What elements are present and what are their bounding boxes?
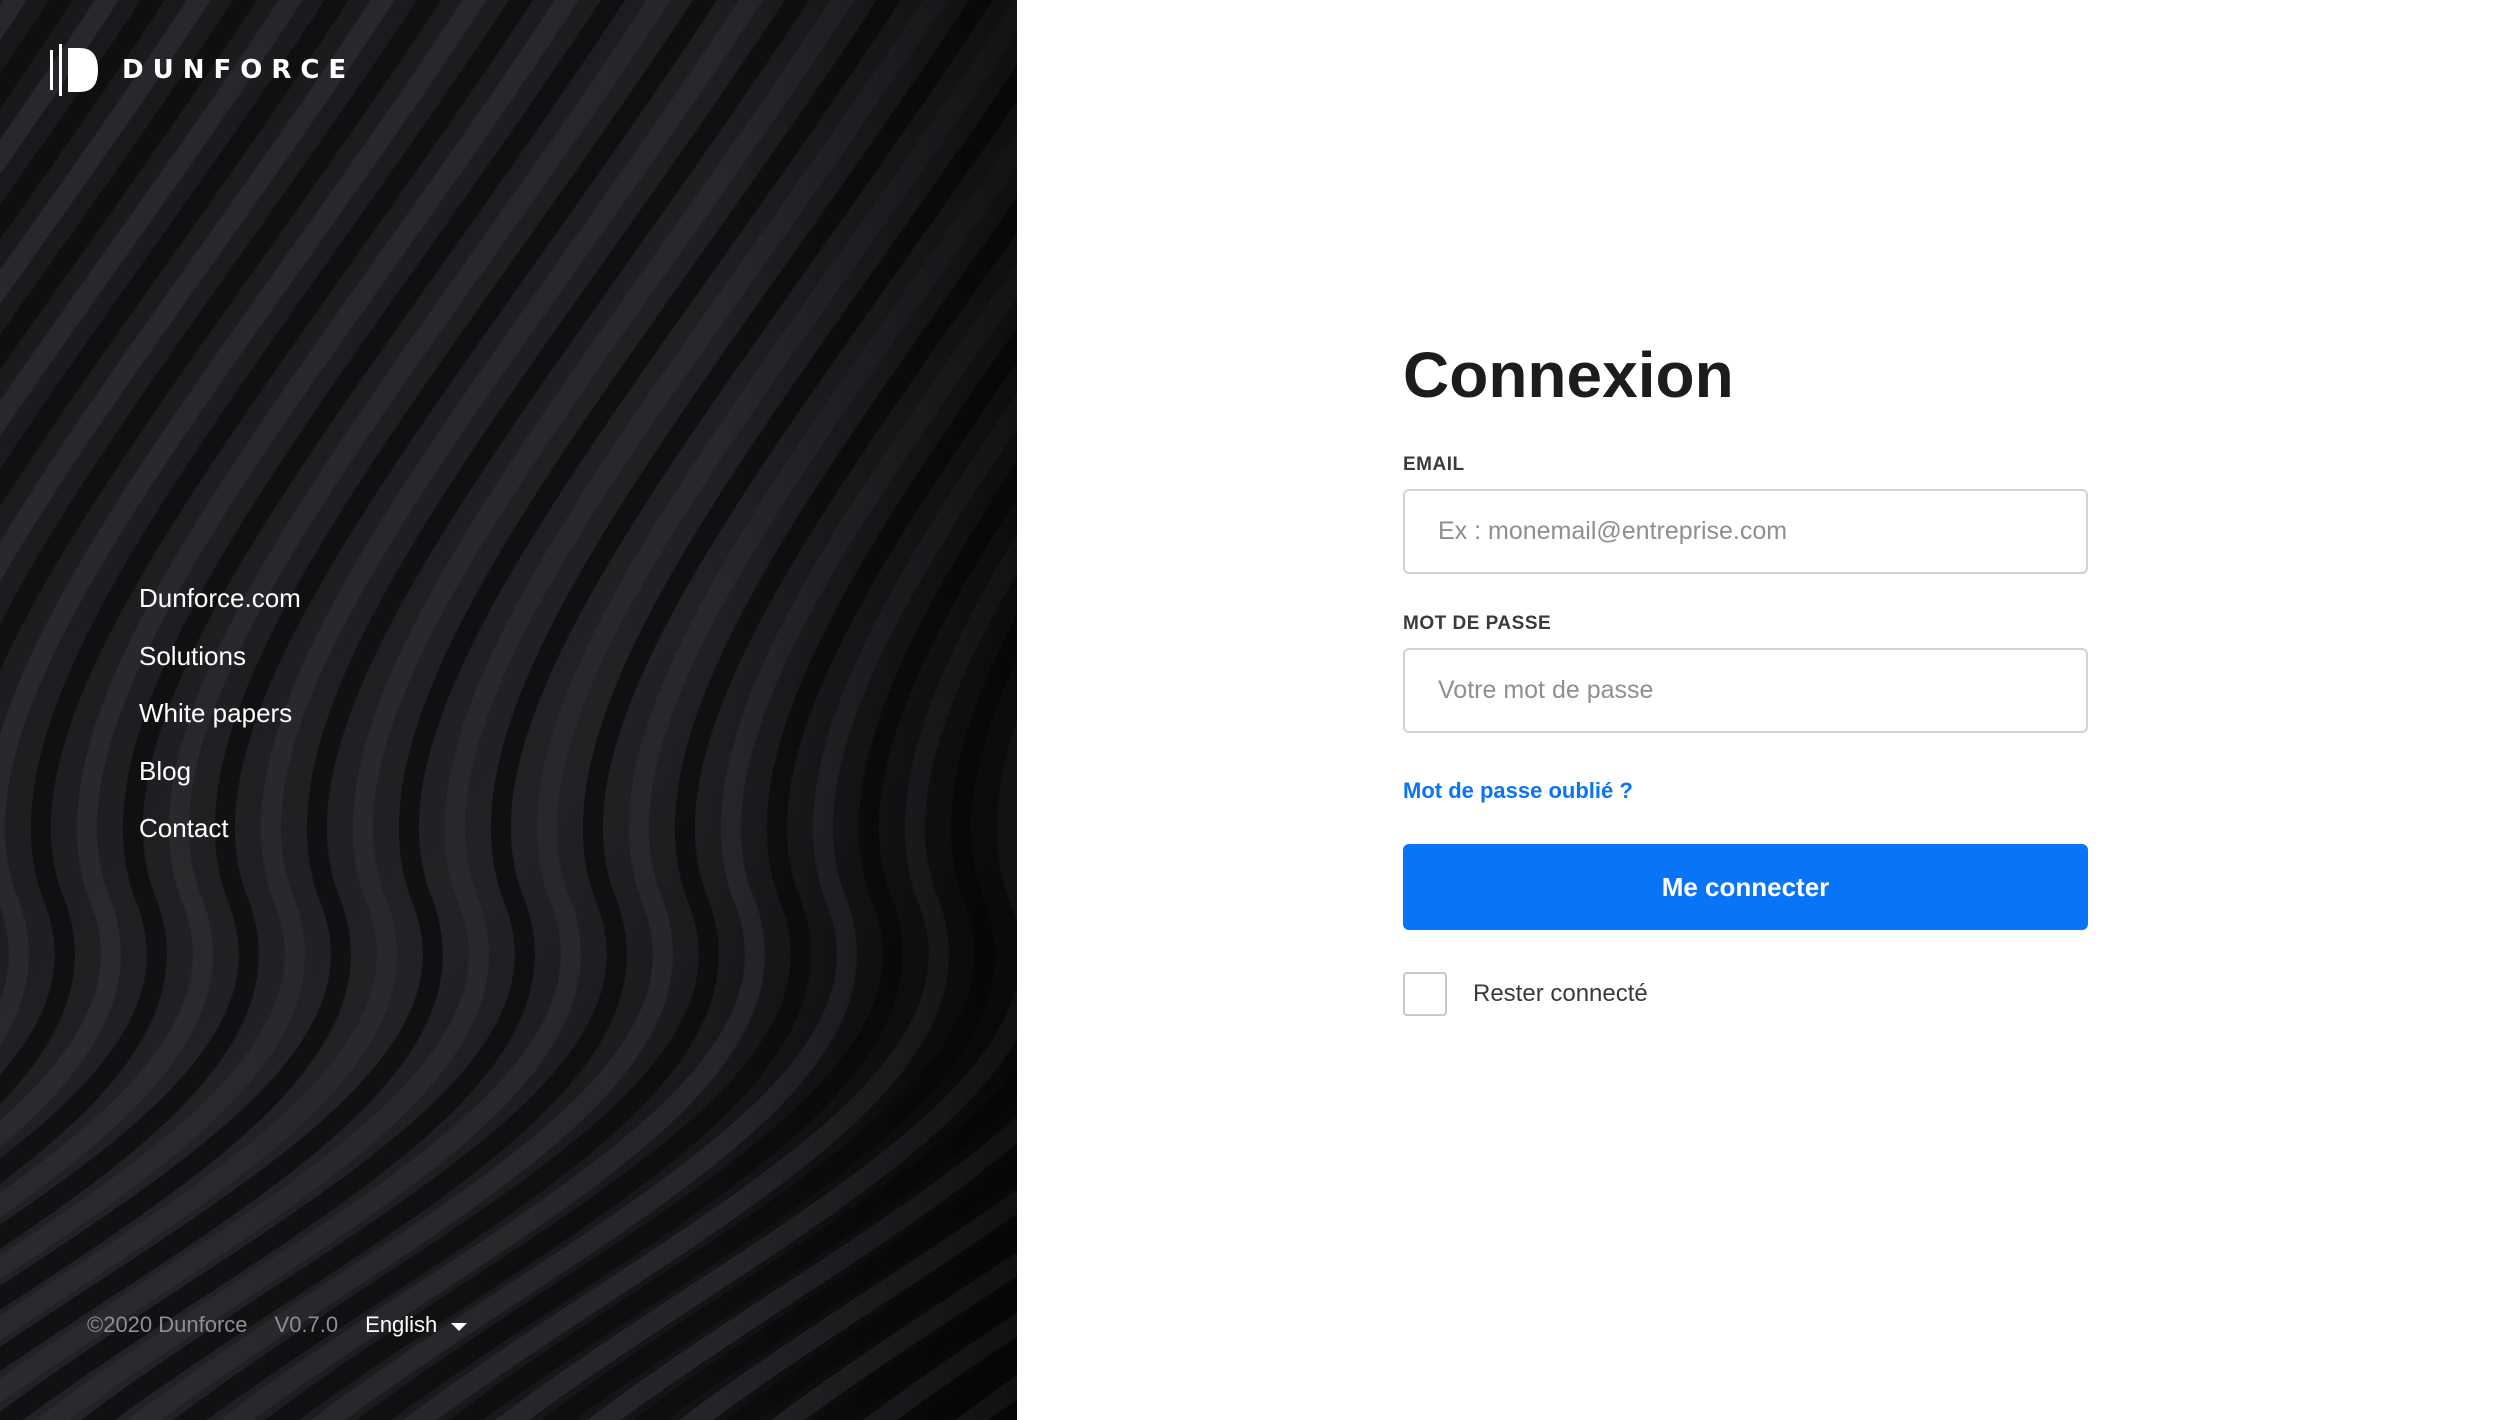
brand-panel: DUNFORCE Dunforce.com Solutions White pa… bbox=[0, 0, 1017, 1420]
brand-name: DUNFORCE bbox=[122, 55, 356, 85]
version-text: V0.7.0 bbox=[274, 1312, 339, 1337]
side-nav-link-dunforce[interactable]: Dunforce.com bbox=[139, 583, 301, 613]
email-field[interactable] bbox=[1403, 489, 2088, 574]
remember-me-checkbox[interactable] bbox=[1403, 972, 1447, 1016]
remember-me-label[interactable]: Rester connecté bbox=[1473, 980, 1648, 1008]
side-nav-item-blog: Blog bbox=[139, 751, 301, 809]
side-nav-item-dunforce: Dunforce.com bbox=[139, 578, 301, 636]
language-label: English bbox=[365, 1312, 438, 1337]
forgot-password-link[interactable]: Mot de passe oublié ? bbox=[1403, 778, 1633, 804]
side-nav-link-blog[interactable]: Blog bbox=[139, 756, 191, 786]
email-label: EMAIL bbox=[1403, 454, 1465, 475]
copyright-text: ©2020 Dunforce bbox=[87, 1312, 248, 1337]
side-nav-item-white-papers: White papers bbox=[139, 693, 301, 751]
brand-logo[interactable]: DUNFORCE bbox=[50, 44, 355, 96]
dunforce-logo-icon bbox=[50, 44, 98, 96]
password-field[interactable] bbox=[1403, 648, 2088, 733]
panel-footer: ©2020 Dunforce V0.7.0 English bbox=[87, 1312, 468, 1338]
side-nav-link-solutions[interactable]: Solutions bbox=[139, 641, 246, 671]
side-nav-link-contact[interactable]: Contact bbox=[139, 813, 229, 843]
language-select[interactable]: English bbox=[365, 1312, 468, 1338]
caret-down-icon bbox=[451, 1323, 468, 1331]
login-form: Connexion EMAIL MOT DE PASSE Mot de pass… bbox=[1403, 330, 2088, 1016]
page-title: Connexion bbox=[1403, 339, 1734, 411]
remember-me-row: Rester connecté bbox=[1403, 972, 2088, 1016]
side-nav-item-contact: Contact bbox=[139, 808, 301, 866]
side-nav-link-white-papers[interactable]: White papers bbox=[139, 698, 292, 728]
password-label: MOT DE PASSE bbox=[1403, 613, 1552, 634]
login-page: DUNFORCE Dunforce.com Solutions White pa… bbox=[0, 0, 2494, 1420]
side-nav: Dunforce.com Solutions White papers Blog… bbox=[139, 578, 301, 866]
login-button[interactable]: Me connecter bbox=[1403, 844, 2088, 930]
side-nav-item-solutions: Solutions bbox=[139, 636, 301, 694]
